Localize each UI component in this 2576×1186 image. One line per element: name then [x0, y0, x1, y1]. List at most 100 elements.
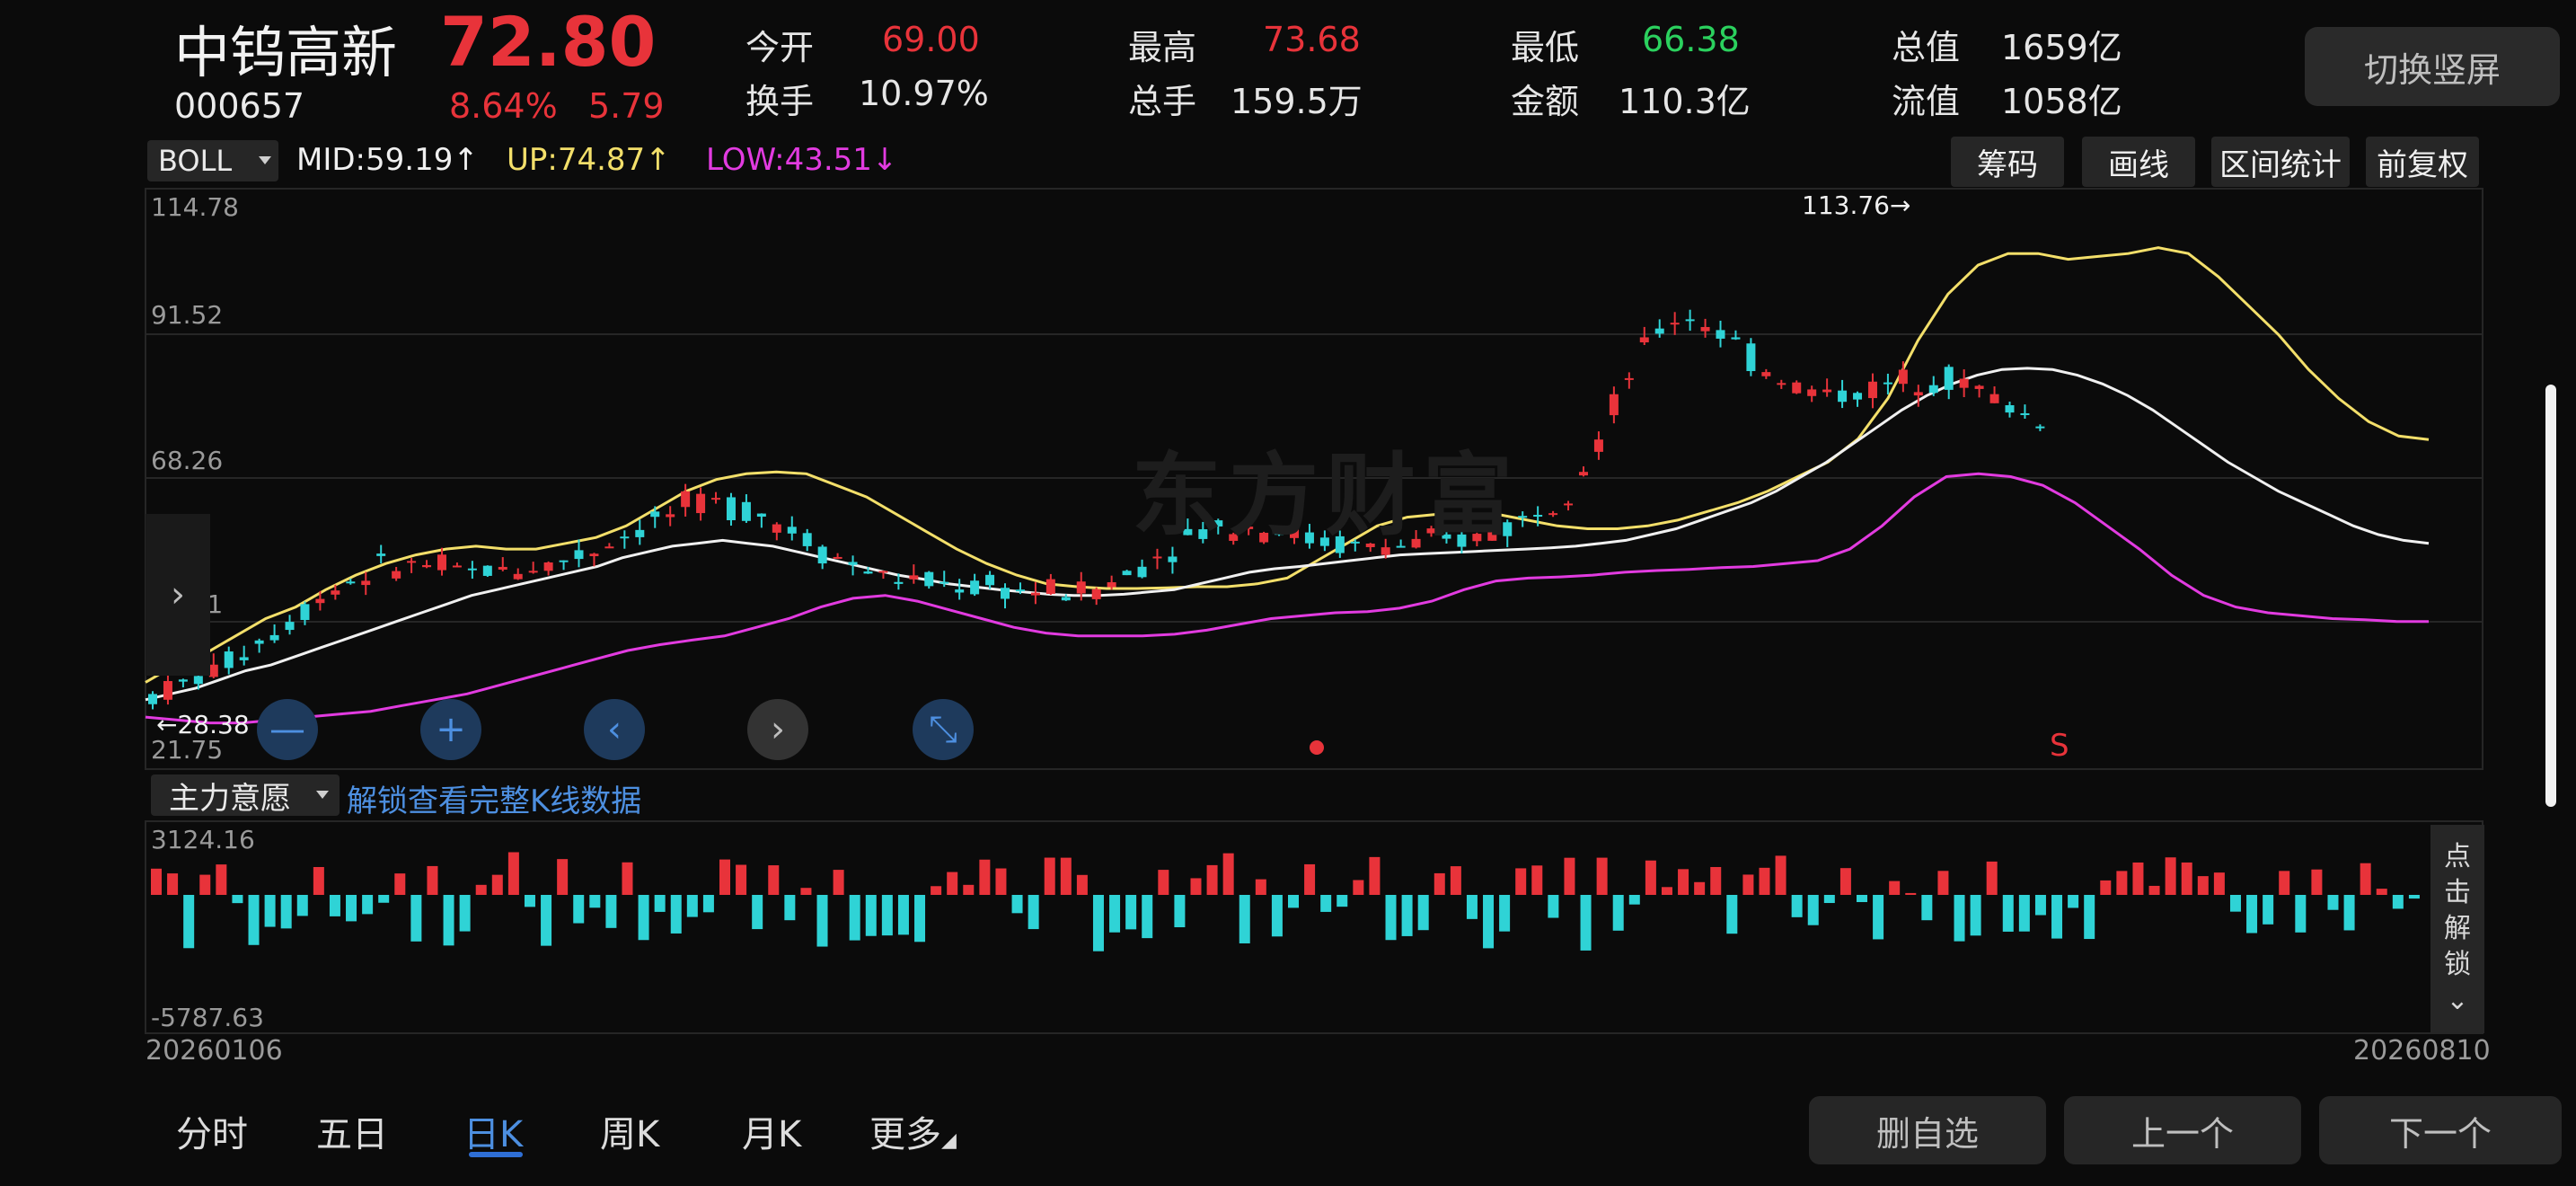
flow-bar	[394, 873, 406, 895]
flow-bar	[931, 886, 942, 895]
flow-bar	[995, 868, 1007, 895]
flow-bar	[768, 865, 780, 895]
flow-bar	[1694, 881, 1706, 895]
unlock-full-data-link[interactable]: 解锁查看完整K线数据	[347, 776, 641, 820]
candle-body	[1030, 592, 1040, 596]
chevron-left-icon[interactable]: ‹	[584, 699, 645, 760]
side-unlock-char: 点	[2444, 841, 2471, 872]
flow-bar	[1320, 895, 1332, 912]
zoom-out-button[interactable]: —	[257, 699, 318, 760]
next-stock-button[interactable]: 下一个	[2319, 1096, 2562, 1164]
flow-bar	[1873, 895, 1884, 940]
flow-bar	[1450, 866, 1461, 895]
flow-bar	[1255, 879, 1266, 895]
flow-bar	[1564, 857, 1575, 895]
candle-body	[482, 565, 492, 576]
flow-bar	[865, 895, 877, 936]
flow-bar	[459, 895, 471, 932]
high-price-annotation: 113.76→	[1802, 190, 1911, 220]
candle-body	[254, 640, 264, 644]
flow-bar	[524, 895, 535, 907]
flow-bar	[1222, 853, 1234, 895]
candle-body	[2020, 412, 2030, 415]
remove-watchlist-button[interactable]: 删自选	[1809, 1096, 2046, 1164]
flow-bar	[1889, 881, 1901, 895]
candle-body	[620, 536, 630, 539]
flow-bar	[1742, 874, 1754, 895]
candle-body	[331, 590, 340, 595]
side-unlock-button[interactable]: 点 击 解 锁 ⌄	[2430, 825, 2484, 1033]
candle-body	[970, 580, 980, 595]
kline-chart[interactable]	[0, 0, 2576, 1186]
flow-bar	[1807, 895, 1819, 925]
flow-bar	[1499, 895, 1511, 932]
flow-bar	[1857, 895, 1867, 903]
candle-body	[604, 546, 614, 549]
chevron-right-icon[interactable]: ›	[747, 699, 808, 760]
candle-body	[833, 556, 842, 559]
tab-five-day[interactable]: 五日	[316, 1105, 388, 1157]
tab-monthly-k[interactable]: 月K	[742, 1105, 801, 1157]
candle-body	[315, 598, 325, 604]
tab-weekly-k[interactable]: 周K	[600, 1105, 659, 1157]
sell-signal: S	[2050, 728, 2069, 764]
flow-bar	[557, 859, 569, 895]
candle-body	[1959, 378, 1969, 388]
flow-bar	[2034, 895, 2046, 916]
flow-bar	[1174, 895, 1186, 928]
flow-bar	[1954, 895, 1965, 942]
flow-bar	[1775, 855, 1786, 895]
flow-bar	[2018, 895, 2030, 932]
flow-bar	[1580, 895, 1592, 951]
sub-indicator-select[interactable]: 主力意愿	[151, 774, 340, 817]
side-unlock-char: 锁	[2444, 949, 2471, 980]
watermark: 东方财富	[1132, 443, 1520, 548]
flow-bar	[1970, 895, 1981, 936]
tab-more[interactable]: 更多◢	[869, 1105, 957, 1157]
candle-body	[574, 550, 584, 560]
candle-body	[239, 657, 249, 660]
price-axis-label: 91.52	[151, 300, 224, 330]
flow-bar	[849, 895, 860, 941]
candle-body	[422, 564, 432, 568]
flow-bar	[2246, 895, 2258, 934]
tab-daily-k[interactable]: 日K	[463, 1105, 523, 1157]
candle-body	[1533, 515, 1543, 518]
flow-bar	[963, 884, 975, 895]
collapse-icon[interactable]: ⤡	[913, 699, 974, 760]
flow-bar	[248, 895, 260, 945]
candle-body	[1716, 330, 1725, 339]
flow-bar	[1353, 880, 1364, 895]
flow-bar	[1076, 874, 1088, 895]
flow-bar	[1905, 892, 1917, 895]
flow-bar	[1759, 867, 1770, 895]
flow-bar	[1190, 878, 1202, 895]
candle-body	[543, 562, 553, 571]
flow-bar	[2084, 895, 2095, 940]
flow-bar	[1710, 866, 1722, 895]
flow-bar	[2279, 871, 2290, 895]
flow-bar	[280, 895, 292, 929]
chevron-right-icon[interactable]: ›	[146, 514, 210, 676]
candle-body	[407, 561, 417, 563]
flow-bar	[2100, 880, 2112, 895]
event-dot[interactable]	[1310, 740, 1324, 755]
previous-stock-button[interactable]: 上一个	[2064, 1096, 2301, 1164]
candle-body	[300, 604, 310, 621]
candle-body	[985, 574, 995, 586]
flow-bar	[1385, 895, 1397, 941]
flow-bar	[2068, 895, 2079, 908]
tab-intraday[interactable]: 分时	[176, 1105, 248, 1157]
flow-bar	[507, 852, 519, 895]
flow-bar	[1044, 857, 1055, 895]
flow-bar	[1823, 895, 1835, 904]
tab-more-label: 更多	[869, 1114, 941, 1155]
flow-bar	[2327, 895, 2339, 910]
scrollbar[interactable]	[2545, 385, 2556, 807]
zoom-in-button[interactable]: +	[420, 699, 481, 760]
candle-body	[1822, 389, 1832, 393]
flow-bar	[491, 874, 503, 895]
sub-axis-top: 3124.16	[151, 825, 255, 854]
flow-bar	[362, 895, 374, 915]
candle-body	[1045, 579, 1055, 594]
